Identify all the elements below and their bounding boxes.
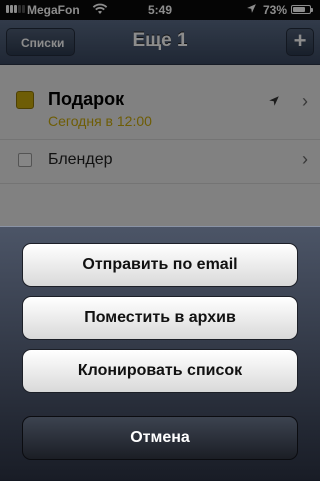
battery-icon	[291, 5, 313, 14]
task-title: Подарок	[48, 89, 125, 109]
task-title: Блендер	[48, 151, 113, 168]
list-item[interactable]: Блендер ›	[0, 139, 320, 184]
clone-list-button[interactable]: Клонировать список	[22, 349, 298, 393]
cancel-button[interactable]: Отмена	[22, 416, 298, 460]
chevron-right-icon: ›	[302, 149, 308, 169]
archive-button[interactable]: Поместить в архив	[22, 296, 298, 340]
battery-percent: 73%	[263, 3, 288, 17]
action-sheet: Отправить по email Поместить в архив Кло…	[0, 226, 320, 481]
task-checkbox[interactable]	[16, 91, 34, 109]
location-arrow-icon	[269, 96, 279, 106]
page-title: Еще 1	[132, 30, 188, 51]
navigation-bar: Списки Еще 1 +	[0, 20, 320, 65]
location-arrow-icon	[247, 4, 256, 13]
list-item[interactable]: Подарок Сегодня в 12:00 ›	[0, 65, 320, 140]
task-due-date: Сегодня в 12:00	[48, 113, 152, 129]
task-checkbox[interactable]	[18, 153, 32, 167]
add-button[interactable]: +	[286, 28, 314, 56]
status-bar: MegaFon 5:49 73%	[0, 0, 320, 20]
send-email-button[interactable]: Отправить по email	[22, 243, 298, 287]
chevron-right-icon: ›	[302, 91, 308, 111]
